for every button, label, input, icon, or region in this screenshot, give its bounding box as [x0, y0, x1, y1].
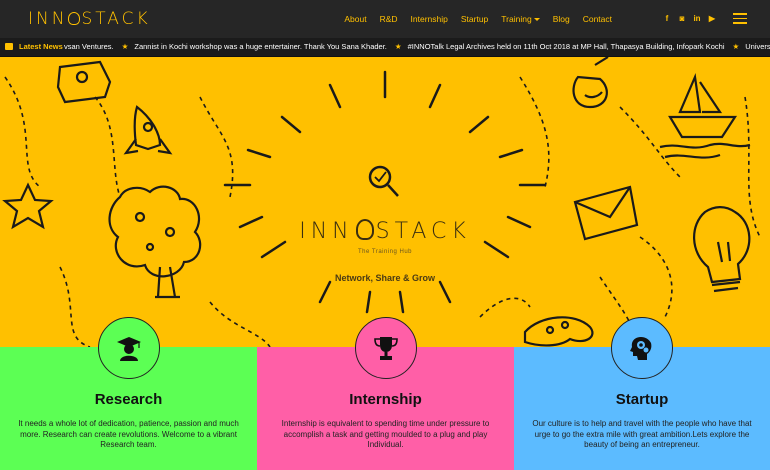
nav-about[interactable]: About [344, 14, 366, 24]
magnifier-check-icon [368, 165, 399, 197]
hero-bulb-icon [355, 219, 374, 240]
head-gears-icon [630, 337, 652, 360]
star-icon: ★ [394, 42, 402, 51]
startup-text: Our culture is to help and travel with t… [532, 419, 752, 449]
hero-subtitle: The Training Hub [357, 249, 413, 255]
nav-rnd[interactable]: R&D [380, 14, 398, 24]
hero-doodles [2, 57, 761, 347]
hero-tagline: Network, Share & Grow [334, 273, 436, 283]
ticker-item[interactable]: #INNOTalk Legal Archives held on 11th Oc… [408, 42, 725, 51]
news-icon [5, 43, 13, 50]
facebook-icon[interactable]: f [662, 14, 672, 23]
star-icon: ★ [732, 42, 740, 51]
startup-card[interactable]: Startup Our culture is to help and trave… [514, 317, 770, 470]
ticker-item[interactable]: Univers [745, 42, 770, 51]
news-ticker: Latest News vsan Ventures. ★ Zannist in Ko… [0, 38, 770, 57]
site-logo[interactable]: INN STACK [28, 9, 151, 29]
nav-internship[interactable]: Internship [411, 14, 448, 24]
research-icon-circle [97, 317, 160, 379]
hero-title-left: INN [299, 219, 354, 244]
trophy-icon [373, 337, 398, 360]
startup-title: Startup [615, 391, 669, 408]
star-icon: ★ [121, 42, 129, 51]
internship-title: Internship [349, 391, 422, 408]
nav-startup[interactable]: Startup [461, 14, 488, 24]
nav-contact[interactable]: Contact [583, 14, 612, 24]
instagram-icon[interactable]: ◙ [677, 14, 687, 23]
ticker-item[interactable]: vsan Ventures. [64, 42, 114, 51]
caret-down-icon [533, 18, 540, 21]
ticker-label-box: Latest News [0, 38, 63, 56]
graduate-icon [116, 337, 141, 361]
research-card[interactable]: Research It needs a whole lot of dedicat… [0, 317, 257, 470]
youtube-icon[interactable]: ▶ [707, 14, 717, 23]
internship-icon-circle [354, 317, 417, 379]
logo-text-left: INN [28, 9, 68, 29]
social-links: f ◙ in ▶ [662, 14, 717, 23]
internship-text: Internship is equivalent to spending tim… [281, 419, 490, 449]
top-header: INN STACK About R&D Internship Startup Tr… [0, 0, 770, 38]
nav-training[interactable]: Training [501, 14, 540, 24]
research-text: It needs a whole lot of dedication, pati… [18, 419, 239, 449]
research-title: Research [94, 391, 163, 408]
logo-text-right: STACK [81, 9, 151, 29]
hero-title: INN STACK [0, 219, 770, 244]
hero-title-right: STACK [375, 219, 471, 244]
main-nav: About R&D Internship Startup Training Bl… [331, 14, 612, 24]
internship-card[interactable]: Internship Internship is equivalent to s… [257, 317, 514, 470]
lightbulb-icon [68, 12, 81, 25]
nav-blog[interactable]: Blog [553, 14, 570, 24]
nav-training-label: Training [501, 14, 532, 24]
ticker-label: Latest News [19, 42, 63, 51]
hero-banner: INN STACK The Training Hub Network, Share… [0, 57, 770, 347]
linkedin-icon[interactable]: in [692, 14, 702, 23]
hamburger-menu-icon[interactable] [733, 13, 747, 24]
ticker-item[interactable]: Zannist in Kochi workshop was a huge ent… [134, 42, 387, 51]
ticker-track: vsan Ventures. ★ Zannist in Kochi workshop… [64, 42, 770, 51]
startup-icon-circle [611, 317, 673, 379]
